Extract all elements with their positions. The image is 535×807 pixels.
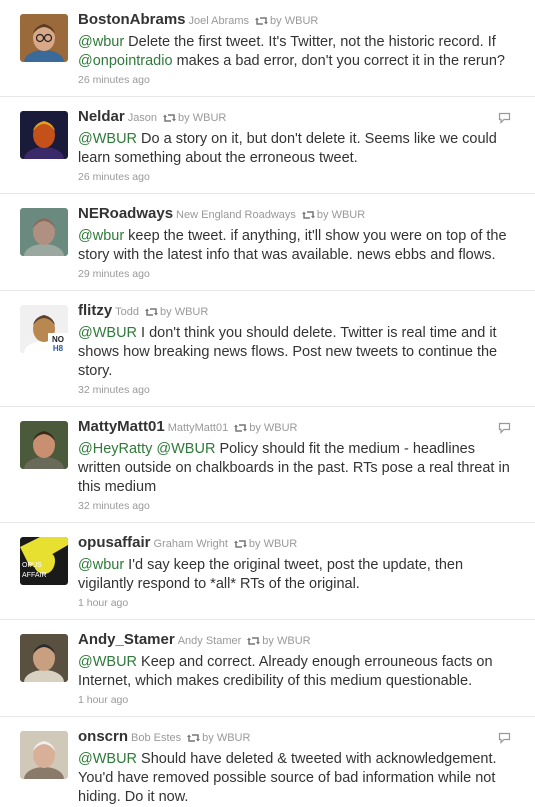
tweet-header: BostonAbrams Joel Abrams by WBUR — [78, 12, 519, 31]
tweet-text-segment: I don't think you should delete. Twitter… — [78, 325, 498, 379]
avatar[interactable] — [20, 634, 68, 682]
tweet-item[interactable]: Neldar Jason by WBUR @WBUR Do a story on it… — [0, 97, 535, 194]
mention-link[interactable]: @WBUR — [156, 441, 215, 457]
avatar[interactable]: NO H8 — [20, 305, 68, 353]
tweet-item[interactable]: MattyMatt01 MattyMatt01 by WBUR @HeyRatty @… — [0, 407, 535, 523]
mention-link[interactable]: @WBUR — [78, 751, 137, 767]
tweet-header: onscrn Bob Estes by WBUR — [78, 729, 519, 748]
mention-link[interactable]: @HeyRatty — [78, 441, 152, 457]
tweet-text: @WBUR Do a story on it, but don't delete… — [78, 130, 519, 168]
timestamp[interactable]: 26 minutes ago — [78, 171, 519, 183]
tweet-header: opusaffair Graham Wright by WBUR — [78, 535, 519, 554]
tweet-text-segment: Do a story on it, but don't delete it. S… — [78, 131, 497, 166]
retweet-icon — [255, 15, 269, 31]
tweet-header: MattyMatt01 MattyMatt01 by WBUR — [78, 419, 519, 438]
retweet-icon — [247, 635, 261, 651]
retweet-icon — [145, 306, 159, 322]
tweet-text-segment: makes a bad error, don't you correct it … — [172, 53, 505, 69]
full-name: Todd — [115, 306, 140, 318]
mention-link[interactable]: @WBUR — [78, 131, 137, 147]
screen-name[interactable]: flitzy — [78, 302, 112, 319]
screen-name[interactable]: Neldar — [78, 108, 125, 125]
retweet-icon — [163, 112, 177, 128]
tweet-header: flitzy Todd by WBUR — [78, 303, 519, 322]
reply-icon[interactable] — [498, 731, 511, 749]
tweet-item[interactable]: Andy_Stamer Andy Stamer by WBUR @WBUR Keep … — [0, 620, 535, 717]
avatar[interactable] — [20, 14, 68, 62]
tweet-text: @wbur I'd say keep the original tweet, p… — [78, 556, 519, 594]
screen-name[interactable]: opusaffair — [78, 534, 151, 551]
tweet-item[interactable]: OPUS AFFAIR opusaffair Graham Wright by WBUR… — [0, 523, 535, 620]
tweet-text-segment: Keep and correct. Already enough erroune… — [78, 654, 493, 689]
full-name: Andy Stamer — [177, 635, 242, 647]
screen-name[interactable]: BostonAbrams — [78, 11, 186, 28]
svg-text:OPUS: OPUS — [22, 562, 42, 569]
timestamp[interactable]: 26 minutes ago — [78, 74, 519, 86]
mention-link[interactable]: @wbur — [78, 557, 124, 573]
tweet-header: NERoadways New England Roadways by WBUR — [78, 206, 519, 225]
retweeted-by: by WBUR — [160, 306, 209, 318]
tweet-item[interactable]: BostonAbrams Joel Abrams by WBUR @wbur Dele… — [0, 0, 535, 97]
avatar[interactable] — [20, 421, 68, 469]
full-name: Joel Abrams — [188, 15, 250, 27]
full-name: MattyMatt01 — [167, 422, 229, 434]
tweet-text: @WBUR Keep and correct. Already enough e… — [78, 653, 519, 691]
svg-text:AFFAIR: AFFAIR — [22, 572, 47, 579]
timestamp[interactable]: 29 minutes ago — [78, 268, 519, 280]
retweeted-by: by WBUR — [248, 538, 298, 550]
timestamp[interactable]: 32 minutes ago — [78, 500, 519, 512]
full-name: Bob Estes — [131, 732, 182, 744]
tweet-feed: BostonAbrams Joel Abrams by WBUR @wbur Dele… — [0, 0, 535, 807]
avatar[interactable] — [20, 208, 68, 256]
retweet-icon — [234, 422, 248, 438]
reply-icon[interactable] — [498, 421, 511, 439]
retweeted-by: by WBUR — [316, 209, 366, 221]
retweeted-by: by WBUR — [178, 112, 227, 124]
avatar[interactable] — [20, 111, 68, 159]
full-name: Jason — [127, 112, 158, 124]
mention-link[interactable]: @onpointradio — [78, 53, 173, 69]
tweet-item[interactable]: NO H8 flitzy Todd by WBUR @WBUR I don't think… — [0, 291, 535, 407]
full-name: New England Roadways — [176, 209, 296, 221]
screen-name[interactable]: MattyMatt01 — [78, 418, 165, 435]
avatar[interactable] — [20, 731, 68, 779]
mention-link[interactable]: @WBUR — [78, 325, 137, 341]
tweet-item[interactable]: onscrn Bob Estes by WBUR @WBUR Should have … — [0, 717, 535, 807]
tweet-item[interactable]: NERoadways New England Roadways by WBUR @wb… — [0, 194, 535, 291]
tweet-text: @wbur Delete the first tweet. It's Twitt… — [78, 33, 519, 71]
tweet-header: Andy_Stamer Andy Stamer by WBUR — [78, 632, 519, 651]
retweet-icon — [301, 209, 315, 225]
retweeted-by: by WBUR — [249, 422, 298, 434]
tweet-text: @WBUR I don't think you should delete. T… — [78, 324, 519, 381]
tweet-text: @WBUR Should have deleted & tweeted with… — [78, 750, 519, 807]
svg-text:NO: NO — [52, 335, 64, 344]
screen-name[interactable]: NERoadways — [78, 205, 173, 222]
retweeted-by: by WBUR — [262, 635, 311, 647]
full-name: Graham Wright — [153, 538, 228, 550]
avatar[interactable]: OPUS AFFAIR — [20, 537, 68, 585]
screen-name[interactable]: onscrn — [78, 728, 128, 745]
reply-icon[interactable] — [498, 111, 511, 129]
retweet-icon — [187, 732, 201, 748]
tweet-text: @wbur keep the tweet. if anything, it'll… — [78, 227, 519, 265]
tweet-text: @HeyRatty @WBUR Policy should fit the me… — [78, 440, 519, 497]
mention-link[interactable]: @wbur — [78, 34, 124, 50]
tweet-text-segment: Delete the first tweet. It's Twitter, no… — [124, 34, 496, 50]
retweet-icon — [233, 538, 247, 554]
mention-link[interactable]: @wbur — [78, 228, 124, 244]
tweet-text-segment: keep the tweet. if anything, it'll show … — [78, 228, 507, 263]
svg-text:H8: H8 — [53, 344, 64, 353]
timestamp[interactable]: 1 hour ago — [78, 694, 519, 706]
retweeted-by: by WBUR — [270, 15, 319, 27]
screen-name[interactable]: Andy_Stamer — [78, 631, 175, 648]
tweet-header: Neldar Jason by WBUR — [78, 109, 519, 128]
timestamp[interactable]: 1 hour ago — [78, 597, 519, 609]
timestamp[interactable]: 32 minutes ago — [78, 384, 519, 396]
retweeted-by: by WBUR — [202, 732, 251, 744]
tweet-text-segment: Should have deleted & tweeted with ackno… — [78, 751, 497, 805]
tweet-text-segment: I'd say keep the original tweet, post th… — [78, 557, 464, 592]
mention-link[interactable]: @WBUR — [78, 654, 137, 670]
